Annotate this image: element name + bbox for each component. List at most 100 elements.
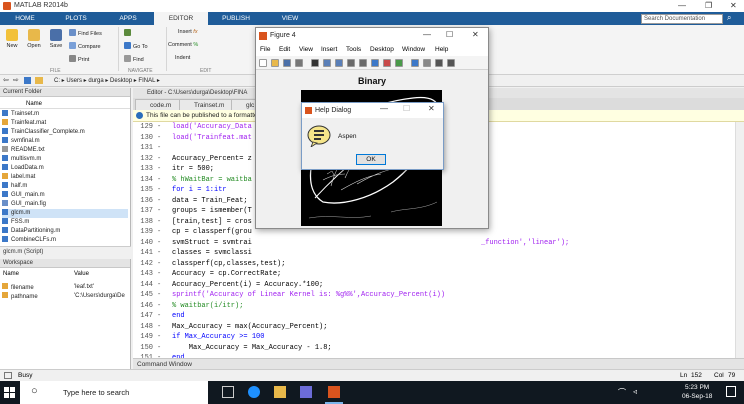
breakpoint-marker[interactable]: - [157, 227, 161, 238]
close-icon[interactable]: ✕ [730, 1, 737, 10]
menu-file[interactable]: File [260, 44, 270, 56]
editor-tab-code[interactable]: code.m [135, 99, 183, 110]
code-line[interactable]: 143- Accuracy = cp.CorrectRate; [133, 269, 733, 280]
forward-icon[interactable]: ⇨ [13, 76, 19, 84]
matlab-taskbar-icon[interactable] [328, 386, 340, 398]
breakpoint-marker[interactable]: - [157, 311, 161, 322]
figure-maximize-icon[interactable]: ☐ [446, 30, 453, 39]
colorbar-icon[interactable] [411, 59, 419, 67]
file-list-item[interactable]: Trainfeat.mat [2, 119, 128, 128]
file-list-item[interactable]: multisvm.m [2, 155, 128, 164]
code-line[interactable]: 145- sprintf('Accuracy of Linear Kernel i… [133, 290, 733, 301]
breakpoint-marker[interactable]: - [157, 133, 161, 144]
command-window-title[interactable]: Command Window [133, 358, 744, 369]
menu-desktop[interactable]: Desktop [370, 44, 394, 56]
hide-tools-icon[interactable] [435, 59, 443, 67]
zoom-out-icon[interactable] [335, 59, 343, 67]
breakpoint-marker[interactable]: - [157, 269, 161, 280]
up-folder-icon[interactable] [24, 77, 31, 84]
go-to-button[interactable]: Go To [124, 42, 148, 50]
search-documentation-input[interactable]: Search Documentation [641, 14, 723, 24]
legend-icon[interactable] [423, 59, 431, 67]
new-button[interactable]: New [4, 29, 20, 49]
code-line[interactable]: 149- if Max_Accuracy >= 100 [133, 332, 733, 343]
insert-button[interactable]: Insert fx [178, 29, 198, 35]
file-list-item[interactable]: FSS.m [2, 218, 128, 227]
file-list-item[interactable]: LoadData.m [2, 164, 128, 173]
file-list-item[interactable]: CombineCLFs.m [2, 236, 128, 245]
file-explorer-icon[interactable] [274, 386, 286, 398]
show-tools-icon[interactable] [447, 59, 455, 67]
new-figure-icon[interactable] [259, 59, 267, 67]
minimize-icon[interactable]: — [678, 1, 686, 10]
menu-window[interactable]: Window [402, 44, 425, 56]
figure-minimize-icon[interactable]: — [423, 30, 431, 39]
code-line[interactable]: 146- % waitbar(i/itr); [133, 301, 733, 312]
tab-plots[interactable]: PLOTS [50, 12, 102, 25]
breakpoint-marker[interactable]: - [157, 259, 161, 270]
breakpoint-marker[interactable]: - [157, 185, 161, 196]
compare-button[interactable]: Compare [69, 42, 101, 50]
breakpoint-marker[interactable]: - [157, 280, 161, 291]
notification-icon[interactable] [726, 386, 736, 397]
dialog-minimize-icon[interactable]: — [380, 104, 388, 113]
tab-view[interactable]: VIEW [264, 12, 316, 25]
comment-button[interactable]: Comment % [168, 42, 198, 48]
workspace-value-header[interactable]: Value [74, 271, 89, 277]
back-icon[interactable]: ⇦ [3, 76, 9, 84]
rotate-icon[interactable] [359, 59, 367, 67]
find-files-button[interactable]: Find Files [69, 29, 102, 37]
dialog-close-icon[interactable]: ✕ [428, 104, 435, 113]
nav-back-button[interactable] [124, 29, 133, 37]
breakpoint-marker[interactable]: - [157, 332, 161, 343]
task-view-icon[interactable] [222, 386, 234, 398]
breakpoint-marker[interactable]: - [157, 248, 161, 259]
print-button[interactable]: Print [69, 55, 89, 63]
breakpoint-marker[interactable]: - [157, 301, 161, 312]
maximize-icon[interactable]: ❐ [705, 1, 712, 10]
file-list-item[interactable]: glcm.m [2, 209, 128, 218]
file-list-item[interactable]: half.m [2, 182, 128, 191]
breakpoint-marker[interactable]: - [157, 290, 161, 301]
code-line[interactable]: 142- classperf(cp,classes,test); [133, 259, 733, 270]
breakpoint-marker[interactable]: - [157, 206, 161, 217]
print-icon[interactable] [295, 59, 303, 67]
volume-icon[interactable]: ◃ [633, 387, 637, 396]
save-icon[interactable] [283, 59, 291, 67]
code-line[interactable]: 147- end [133, 311, 733, 322]
code-line[interactable]: 148- Max_Accuracy = max(Accuracy_Percent)… [133, 322, 733, 333]
pointer-icon[interactable] [311, 59, 319, 67]
ok-button[interactable]: OK [356, 154, 386, 165]
file-list-item[interactable]: label.mat [2, 173, 128, 182]
file-list-item[interactable]: GUI_main.fig [2, 200, 128, 209]
menu-edit[interactable]: Edit [279, 44, 290, 56]
breakpoint-marker[interactable]: - [157, 217, 161, 228]
editor-tab-trainset[interactable]: Trainset.m [179, 99, 236, 110]
search-icon[interactable]: ⌕ [727, 13, 731, 23]
zoom-in-icon[interactable] [323, 59, 331, 67]
workspace-var-row[interactable]: pathname [2, 292, 38, 301]
code-line[interactable]: 150- Max_Accuracy = Max_Accuracy - 1.8; [133, 343, 733, 354]
file-list-item[interactable]: TrainClassifier_Complete.m [2, 128, 128, 137]
editor-scrollbar[interactable] [735, 122, 744, 358]
windows-start-icon[interactable] [4, 387, 15, 398]
data-cursor-icon[interactable] [371, 59, 379, 67]
file-list-item[interactable]: DataPartitioning.m [2, 227, 128, 236]
clock-date[interactable]: 06-Sep-18 [682, 393, 712, 400]
tab-editor[interactable]: EDITOR [154, 12, 208, 25]
pan-icon[interactable] [347, 59, 355, 67]
store-icon[interactable] [300, 386, 312, 398]
file-list-item[interactable]: README.txt [2, 146, 128, 155]
breakpoint-marker[interactable]: - [157, 122, 161, 133]
breakpoint-marker[interactable]: - [157, 322, 161, 333]
figure-close-icon[interactable]: ✕ [472, 30, 479, 39]
open-icon[interactable] [271, 59, 279, 67]
code-line[interactable]: 144- Accuracy_Percent(i) = Accuracy.*100; [133, 280, 733, 291]
menu-help[interactable]: Help [435, 44, 448, 56]
menu-tools[interactable]: Tools [346, 44, 361, 56]
code-line[interactable]: 140- svmStruct = svmtrai _function','linea… [133, 238, 733, 249]
breakpoint-marker[interactable]: - [157, 164, 161, 175]
network-icon[interactable]: ⌒ [618, 387, 626, 398]
workspace-name-header[interactable]: Name [3, 271, 19, 277]
breakpoint-marker[interactable]: - [157, 154, 161, 165]
